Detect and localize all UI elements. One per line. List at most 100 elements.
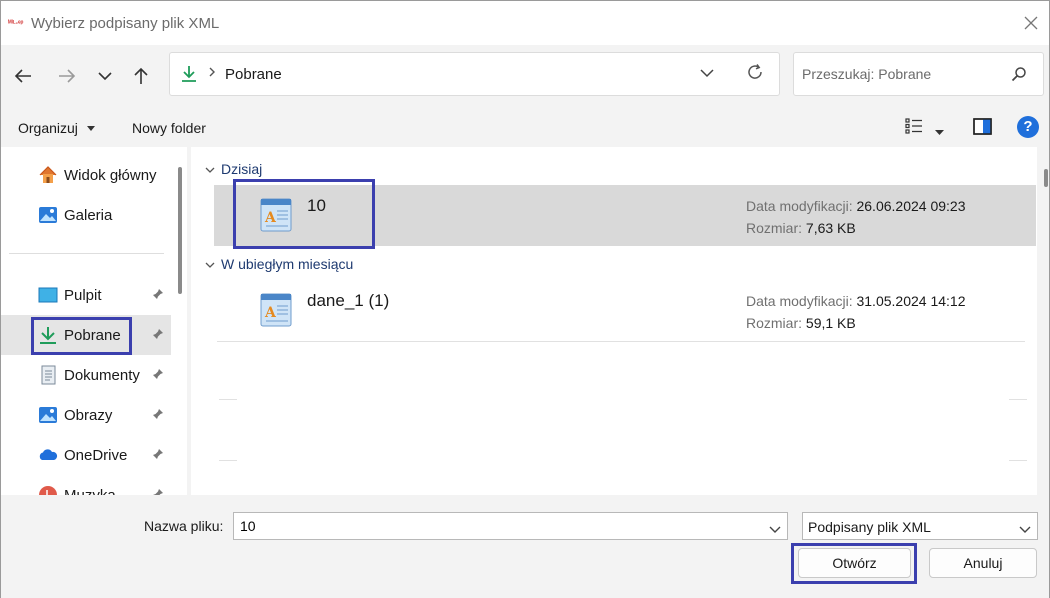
pictures-icon [39,407,57,423]
pin-icon[interactable] [152,328,164,340]
file-modified: Data modyfikacji: 26.06.2024 09:23 [746,198,965,214]
pin-icon[interactable] [152,408,164,420]
filetype-dropdown [1019,521,1031,537]
sidebar-item-label: Dokumenty [64,367,140,384]
row-separator [1009,460,1027,461]
group-header-label: W ubiegłym miesiącu [221,256,354,272]
home-icon [39,166,57,183]
address-history-dropdown[interactable] [700,65,714,81]
file-open-dialog: ᴹᴵᴸ-ᵉᵖ Wybierz podpisany plik XML Pobran… [0,0,1050,598]
pin-icon[interactable] [152,288,164,300]
modified-label: Data modyfikacji: [746,198,853,214]
close-icon [1024,16,1038,30]
file-list: Dzisiaj A 10 Data modyfikacji: 26.06.202… [191,147,1037,495]
preview-pane-button[interactable] [973,118,992,138]
filetype-select[interactable]: Podpisany plik XML [802,512,1038,540]
breadcrumb-pobrane[interactable]: Pobrane [225,66,282,83]
window-title: Wybierz podpisany plik XML [31,15,220,32]
filetype-value: Podpisany plik XML [808,519,931,535]
desktop-icon [38,287,58,303]
view-options-button[interactable] [905,118,923,137]
up-button[interactable] [128,63,154,89]
filename-input[interactable] [240,516,760,536]
file-name: dane_1 (1) [307,291,390,310]
app-logo-icon: ᴹᴵᴸ-ᵉᵖ [8,20,24,27]
file-size: Rozmiar: 7,63 KB [746,220,856,236]
modified-value: 31.05.2024 14:12 [856,293,966,309]
organize-label: Organizuj [18,120,78,136]
close-button[interactable] [1017,9,1045,37]
chevron-down-icon [700,69,714,78]
list-view-icon [905,118,922,134]
filename-label: Nazwa pliku: [144,518,224,534]
help-button[interactable]: ? [1017,116,1039,138]
search-box [793,52,1044,96]
dialog-footer: Nazwa pliku: Podpisany plik XML Otwórz A… [1,495,1049,598]
forward-button[interactable] [54,63,80,89]
arrow-up-icon [134,67,148,84]
chevron-down-icon [769,526,781,533]
search-input[interactable] [802,63,1002,85]
preview-pane-icon [973,118,992,135]
documents-icon [41,365,56,385]
onedrive-icon [39,449,58,460]
search-icon[interactable] [1011,66,1027,85]
size-label: Rozmiar: [746,220,803,236]
group-header-today[interactable]: Dzisiaj [205,161,262,177]
refresh-icon [748,64,762,79]
command-bar: Organizuj Nowy folder ? [1,107,1049,147]
pin-icon[interactable] [152,488,164,495]
row-separator [217,341,1025,342]
cancel-button[interactable]: Anuluj [929,548,1037,578]
pin-icon[interactable] [152,368,164,380]
sidebar-item-label: Obrazy [64,407,113,424]
file-row[interactable]: A dane_1 (1) Data modyfikacji: 31.05.202… [214,280,1036,341]
back-button[interactable] [10,63,36,89]
row-separator [1009,399,1027,400]
sidebar-scrollbar[interactable] [178,167,182,294]
caret-down-icon [86,126,95,132]
chevron-down-icon [205,167,215,173]
pin-icon[interactable] [152,448,164,460]
sidebar-item-label: Muzyka [64,487,116,495]
file-modified: Data modyfikacji: 31.05.2024 14:12 [746,293,965,309]
new-folder-button[interactable]: Nowy folder [132,120,206,136]
file-list-scrollbar[interactable] [1044,169,1048,187]
sidebar-item-documents[interactable]: Dokumenty [1,355,171,395]
sidebar-item-desktop[interactable]: Pulpit [1,275,171,315]
refresh-button[interactable] [746,63,764,84]
sidebar-item-label: OneDrive [64,447,128,464]
group-header-last-month[interactable]: W ubiegłym miesiącu [205,256,353,272]
annotation-highlight-box [31,317,132,355]
caret-down-icon [935,130,944,135]
view-options-dropdown[interactable] [935,123,944,139]
sidebar-item-gallery[interactable]: Galeria [1,195,171,235]
arrow-left-icon [14,69,31,83]
chevron-down-icon [1019,526,1031,533]
sidebar-item-label: Pulpit [64,287,102,304]
title-bar: ᴹᴵᴸ-ᵉᵖ Wybierz podpisany plik XML [1,1,1049,45]
organize-menu-button[interactable]: Organizuj [18,120,95,136]
recent-locations-button[interactable] [92,63,118,89]
sidebar-item-home[interactable]: Widok główny [1,155,171,195]
sidebar-item-pictures[interactable]: Obrazy [1,395,171,435]
modified-value: 26.06.2024 09:23 [856,198,966,214]
annotation-highlight-box [233,179,375,249]
size-label: Rozmiar: [746,315,803,331]
size-value: 7,63 KB [805,220,856,236]
chevron-down-icon [205,262,215,268]
address-bar[interactable]: Pobrane [169,52,780,96]
file-size: Rozmiar: 59,1 KB [746,315,856,331]
filename-dropdown[interactable] [769,521,781,537]
sidebar-item-onedrive[interactable]: OneDrive [1,435,171,475]
group-header-label: Dzisiaj [221,161,263,177]
row-separator [219,399,237,400]
filename-combobox [233,512,788,540]
sidebar-item-label: Widok główny [64,167,157,184]
sidebar-item-music[interactable]: Muzyka [1,475,171,495]
music-icon [39,486,57,495]
sidebar-divider [9,253,164,254]
xml-file-icon: A [260,293,292,327]
breadcrumb-separator-icon [208,66,216,80]
sidebar-item-label: Galeria [64,207,113,224]
